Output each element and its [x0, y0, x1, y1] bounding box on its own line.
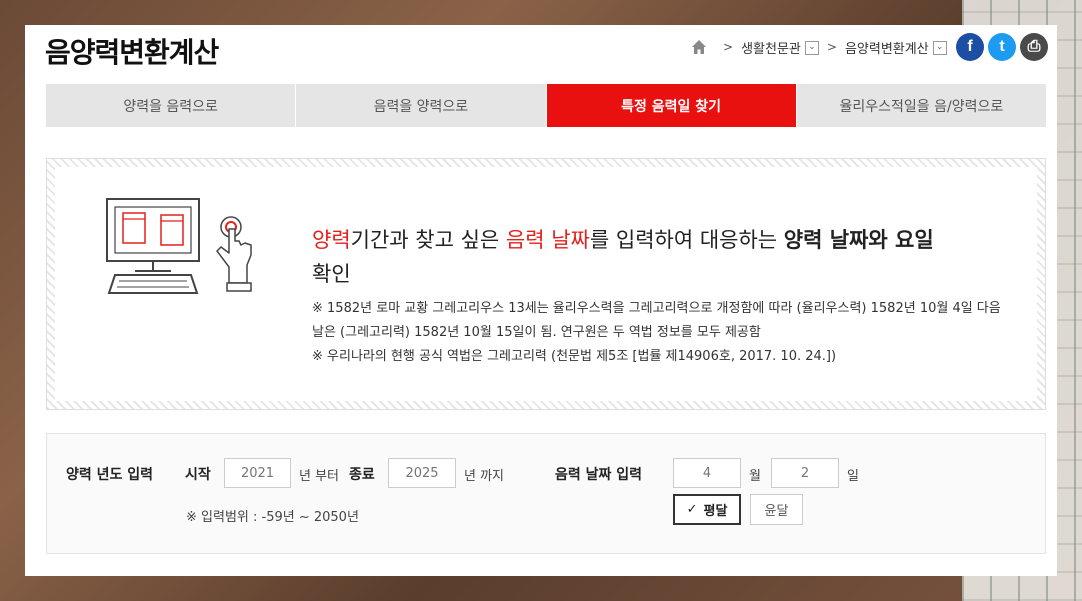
- facebook-icon[interactable]: f: [956, 33, 984, 61]
- start-year-input[interactable]: [224, 458, 291, 488]
- breadcrumb-item-astronomy[interactable]: 생활천문관 ⌄: [741, 38, 819, 57]
- headline-text: 를 입력하여 대응하는: [589, 228, 784, 252]
- leap-month-label: 윤달: [764, 504, 789, 519]
- twitter-icon[interactable]: t: [988, 33, 1016, 61]
- normal-month-label: 평달: [703, 504, 728, 519]
- check-icon: ✓: [686, 502, 698, 517]
- lunar-date-label: 음력 날짜 입력: [555, 467, 643, 483]
- year-input-label: 양력 년도 입력: [66, 467, 154, 483]
- headline-text: 기간과 찾고 싶은: [350, 228, 506, 252]
- share-buttons: f t ⎙: [956, 33, 1048, 61]
- tab-find-lunar-date[interactable]: 특정 음력일 찾기: [546, 84, 797, 127]
- main-card: 음양력변환계산 > 생활천문관 ⌄ > 음양력변환계산 ⌄ f t ⎙ 양력을 …: [25, 25, 1057, 576]
- start-suffix: 년 부터: [299, 469, 340, 484]
- info-panel-content: 양력기간과 찾고 싶은 음력 날짜를 입력하여 대응하는 양력 날짜와 요일확인…: [55, 167, 1037, 401]
- search-form: 양력 년도 입력 시작 년 부터 종료 년 까지 ※ 입력범위 : -59년 ~…: [46, 433, 1046, 554]
- end-label: 종료: [349, 467, 375, 483]
- month-suffix: 월: [749, 469, 761, 484]
- tab-bar: 양력을 음력으로 음력을 양력으로 특정 음력일 찾기 율리우스적일을 음/양력…: [46, 84, 1046, 127]
- note-gregorian-reform: ※ 1582년 로마 교황 그레고리우스 13세는 율리우스력을 그레고리력으로…: [312, 301, 1001, 340]
- lunar-day-input[interactable]: [771, 458, 839, 488]
- start-label: 시작: [185, 467, 211, 483]
- tab-solar-to-lunar[interactable]: 양력을 음력으로: [46, 84, 297, 127]
- info-headline: 양력기간과 찾고 싶은 음력 날짜를 입력하여 대응하는 양력 날짜와 요일확인: [312, 223, 1012, 291]
- info-panel: 양력기간과 찾고 싶은 음력 날짜를 입력하여 대응하는 양력 날짜와 요일확인…: [46, 158, 1046, 410]
- end-year-input[interactable]: [388, 458, 456, 488]
- tab-lunar-to-solar[interactable]: 음력을 양력으로: [296, 84, 547, 127]
- breadcrumb-separator: >: [826, 40, 837, 54]
- print-icon[interactable]: ⎙: [1020, 33, 1048, 61]
- range-note: ※ 입력범위 : -59년 ~ 2050년: [186, 510, 359, 525]
- page-title: 음양력변환계산: [45, 36, 219, 69]
- info-notes: ※ 1582년 로마 교황 그레고리우스 13세는 율리우스력을 그레고리력으로…: [312, 297, 1012, 369]
- computer-touch-illustration: [106, 198, 252, 294]
- lunar-month-input[interactable]: [673, 458, 741, 488]
- headline-lunar-date: 음력 날짜: [505, 228, 590, 252]
- leap-month-button[interactable]: 윤달: [750, 494, 803, 525]
- home-icon[interactable]: [691, 39, 707, 55]
- chevron-down-icon[interactable]: ⌄: [932, 41, 947, 55]
- normal-month-button[interactable]: ✓ 평달: [673, 494, 741, 525]
- day-suffix: 일: [847, 469, 859, 484]
- breadcrumb-separator: >: [723, 40, 734, 54]
- tab-julian-day[interactable]: 율리우스적일을 음/양력으로: [796, 84, 1046, 127]
- headline-solar-date-weekday: 양력 날짜와 요일: [783, 228, 934, 252]
- note-official-calendar: ※ 우리나라의 현행 공식 역법은 그레고리력 (천문법 제5조 [법률 제14…: [312, 349, 837, 364]
- breadcrumb-label: 음양력변환계산: [844, 41, 929, 57]
- breadcrumb-item-converter[interactable]: 음양력변환계산 ⌄: [845, 38, 947, 57]
- breadcrumb-label: 생활천문관: [741, 41, 801, 57]
- end-suffix: 년 까지: [464, 469, 505, 484]
- breadcrumb: > 생활천문관 ⌄ > 음양력변환계산 ⌄: [691, 37, 947, 57]
- chevron-down-icon[interactable]: ⌄: [804, 41, 819, 55]
- headline-solar: 양력: [312, 228, 351, 252]
- headline-text: 확인: [312, 262, 351, 286]
